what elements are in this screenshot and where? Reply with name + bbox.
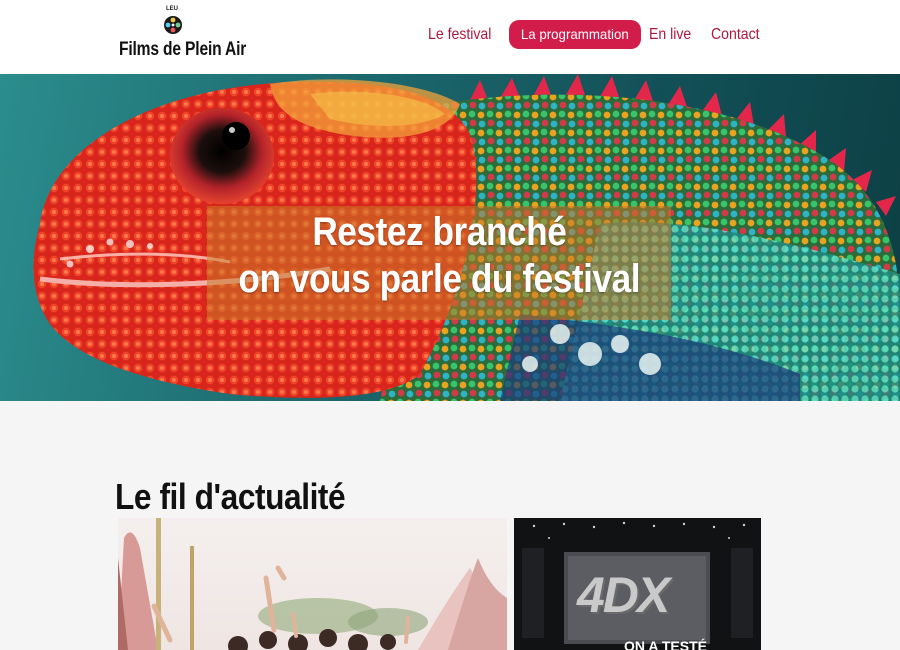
news-card-4dx[interactable]: 4DX ON A TESTÉ (514, 518, 761, 650)
site-logo[interactable]: LEU Films de Plein Air (115, 6, 246, 66)
nav-item-programmation[interactable]: La programmation (509, 20, 641, 49)
nav-item-contact[interactable]: Contact (711, 20, 760, 49)
nav-item-programmation-label: La programmation (520, 26, 629, 42)
4dx-logo-text: 4DX (577, 567, 670, 623)
news-section-title: Le fil d'actualité (115, 475, 346, 517)
hero-title-line-1: Restez branché (311, 210, 567, 254)
hero-caption-box: Restez branché on vous parle du festival (207, 206, 671, 320)
logo-text: Films de Plein Air (119, 39, 247, 60)
nav-item-live[interactable]: En live (649, 20, 691, 49)
news-card-festival[interactable] (118, 518, 507, 650)
festival-crowd-image (118, 518, 507, 650)
film-reel-icon (164, 16, 182, 34)
hero-title-line-2: on vous parle du festival (238, 257, 640, 301)
page: LEU Films de Plein Air Le festival La pr… (0, 0, 900, 650)
logo-small-text: LEU (166, 6, 178, 12)
site-header: LEU Films de Plein Air Le festival La pr… (0, 0, 900, 74)
hero-banner: Restez branché on vous parle du festival (0, 74, 900, 401)
nav-item-festival[interactable]: Le festival (428, 20, 491, 49)
4dx-caption: ON A TESTÉ (624, 638, 707, 650)
